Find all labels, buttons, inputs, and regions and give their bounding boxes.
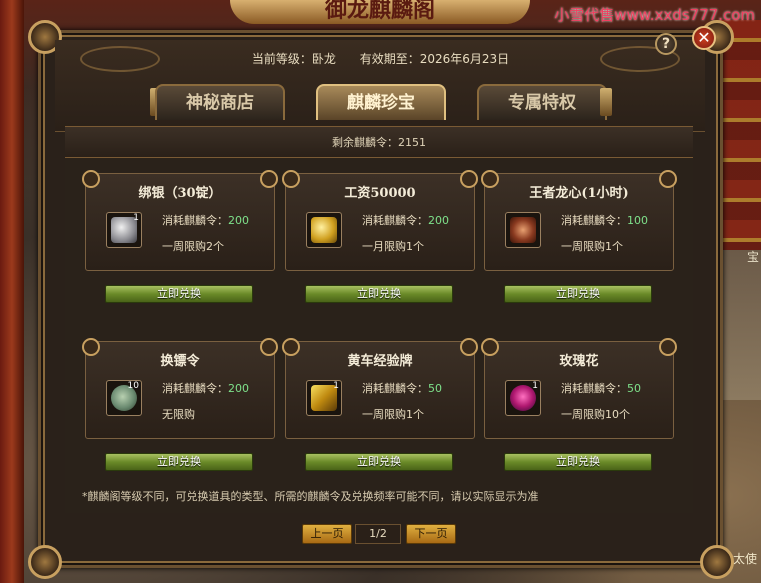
item-cost: 消耗麒麟令：200 (362, 212, 449, 228)
cost-value: 200 (228, 382, 249, 395)
cost-value: 50 (627, 382, 641, 395)
header-info: 当前等级：卧龙 有效期至：2026年6月23日 (0, 50, 761, 67)
item-limit: 一周限购2个 (162, 240, 224, 253)
redeem-button[interactable]: 立即兑换 (105, 453, 253, 471)
expiry-date: 有效期至：2026年6月23日 (359, 52, 510, 66)
item-title: 工资50000 (344, 186, 416, 201)
item-limit: 一周限购1个 (561, 240, 623, 253)
item-card: 王者龙心(1小时) 消耗麒麟令：100 一周限购1个 (481, 170, 677, 271)
redeem-button[interactable]: 立即兑换 (105, 285, 253, 303)
item-title: 王者龙心(1小时) (529, 186, 629, 201)
tab-ornament (600, 88, 612, 116)
tab-exclusive-privilege[interactable]: 专属特权 (477, 84, 607, 120)
item-card: 工资50000 消耗麒麟令：200 一月限购1个 (282, 170, 478, 271)
frame-corner-ornament (28, 545, 62, 579)
item-limit: 一月限购1个 (362, 240, 424, 253)
silver-ingot-icon[interactable]: 1 (106, 212, 142, 248)
cost-value: 50 (428, 382, 442, 395)
dragon-heart-image (510, 217, 536, 243)
item-cost: 消耗麒麟令：100 (561, 212, 648, 228)
dragon-heart-icon[interactable] (505, 212, 541, 248)
current-level: 当前等级：卧龙 (251, 52, 336, 66)
prev-page-button[interactable]: 上一页 (302, 524, 352, 544)
cost-value: 200 (228, 214, 249, 227)
next-page-button[interactable]: 下一页 (406, 524, 456, 544)
escort-token-icon[interactable]: 10 (106, 380, 142, 416)
cost-label: 消耗麒麟令： (362, 214, 428, 227)
item-limit: 一周限购1个 (362, 408, 424, 421)
item-limit: 无限购 (162, 408, 195, 421)
item-quantity: 1 (333, 381, 339, 391)
cost-label: 消耗麒麟令： (362, 382, 428, 395)
gold-coins-icon[interactable] (306, 212, 342, 248)
window-banner-title: 御龙麒麟阁 (230, 0, 530, 24)
help-button[interactable]: ? (655, 33, 677, 55)
item-card: 绑银（30锭） 1 消耗麒麟令：200 一周限购2个 (82, 170, 278, 271)
item-card: 换镖令 10 消耗麒麟令：200 无限购 (82, 338, 278, 439)
cost-label: 消耗麒麟令： (162, 214, 228, 227)
item-title: 玫瑰花 (559, 354, 599, 369)
yellow-cart-exp-icon[interactable]: 1 (306, 380, 342, 416)
cost-label: 消耗麒麟令： (561, 214, 627, 227)
background-npc-label: 宝 (746, 250, 759, 264)
item-cost: 消耗麒麟令：200 (162, 212, 249, 228)
item-card: 玫瑰花 1 消耗麒麟令：50 一周限购10个 (481, 338, 677, 439)
gold-coins-image (311, 217, 337, 243)
item-cost: 消耗麒麟令：200 (162, 380, 249, 396)
item-limit: 一周限购10个 (561, 408, 630, 421)
close-button[interactable]: ✕ (692, 26, 716, 50)
cost-label: 消耗麒麟令： (162, 382, 228, 395)
page-indicator: 1/2 (355, 524, 401, 544)
item-title: 绑银（30锭） (138, 186, 222, 201)
remaining-tokens: 剩余麒麟令：2151 (65, 126, 693, 158)
item-quantity: 10 (127, 381, 139, 391)
redeem-button[interactable]: 立即兑换 (305, 285, 453, 303)
frame-corner-ornament (700, 545, 734, 579)
footer-note: *麒麟阁等级不同，可兑换道具的类型、所需的麒麟令及兑换频率可能不同，请以实际显示… (82, 490, 539, 503)
cost-value: 100 (627, 214, 648, 227)
tab-mystery-shop[interactable]: 神秘商店 (155, 84, 285, 120)
redeem-button[interactable]: 立即兑换 (504, 453, 652, 471)
item-title: 换镖令 (160, 354, 200, 369)
tab-qilin-treasure[interactable]: 麒麟珍宝 (316, 84, 446, 120)
redeem-button[interactable]: 立即兑换 (504, 285, 652, 303)
rose-icon[interactable]: 1 (505, 380, 541, 416)
cost-value: 200 (428, 214, 449, 227)
item-quantity: 1 (532, 381, 538, 391)
item-title: 黄车经验牌 (347, 354, 413, 369)
item-quantity: 1 (133, 213, 139, 223)
redeem-button[interactable]: 立即兑换 (305, 453, 453, 471)
item-card: 黄车经验牌 1 消耗麒麟令：50 一周限购1个 (282, 338, 478, 439)
item-cost: 消耗麒麟令：50 (561, 380, 641, 396)
item-cost: 消耗麒麟令：50 (362, 380, 442, 396)
background-pillar (0, 0, 24, 583)
cost-label: 消耗麒麟令： (561, 382, 627, 395)
